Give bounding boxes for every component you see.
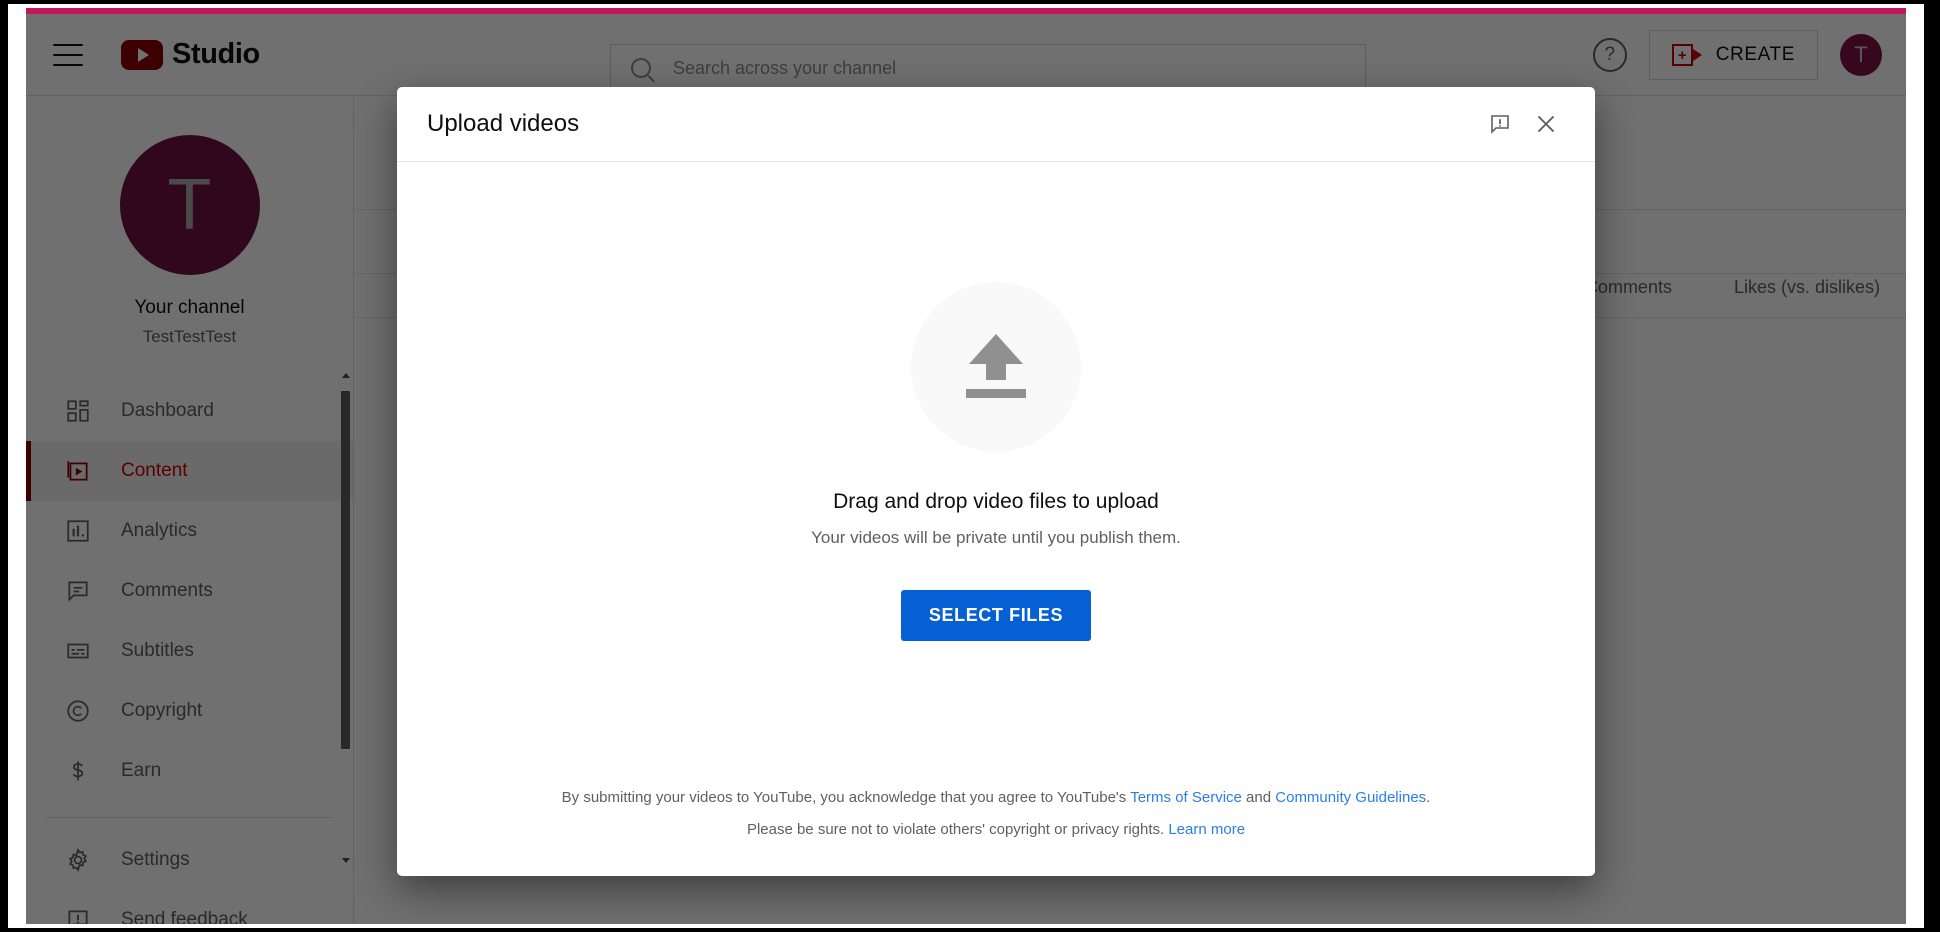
footer-text: By submitting your videos to YouTube, yo… bbox=[562, 789, 1131, 806]
sidebar-item-label: Comments bbox=[121, 580, 213, 602]
sidebar-item-settings[interactable]: Settings bbox=[26, 830, 353, 890]
column-header-likes: Likes (vs. dislikes) bbox=[1734, 277, 1880, 298]
content-video-icon bbox=[65, 458, 91, 484]
feedback-bubble-icon[interactable] bbox=[1477, 101, 1523, 147]
help-icon[interactable]: ? bbox=[1593, 38, 1627, 72]
search-placeholder: Search across your channel bbox=[673, 58, 896, 79]
sidebar-item-label: Send feedback bbox=[121, 909, 248, 924]
column-header-comments: Comments bbox=[1585, 277, 1672, 298]
create-button-label: CREATE bbox=[1716, 44, 1795, 66]
youtube-studio-app: Studio Search across your channel ? + CR… bbox=[26, 14, 1906, 924]
dialog-title: Upload videos bbox=[427, 110, 1477, 138]
sidebar-item-copyright[interactable]: Copyright bbox=[26, 681, 353, 741]
channel-name: TestTestTest bbox=[143, 327, 237, 347]
masthead: Studio Search across your channel ? + CR… bbox=[26, 14, 1906, 96]
scroll-down-arrow-icon[interactable] bbox=[342, 858, 350, 863]
dialog-header: Upload videos bbox=[397, 87, 1595, 162]
sidebar-item-label: Subtitles bbox=[121, 640, 194, 662]
sidebar-item-send-feedback[interactable]: Send feedback bbox=[26, 890, 353, 924]
dialog-body: Drag and drop video files to upload Your… bbox=[397, 162, 1595, 876]
footer-line-2: Please be sure not to violate others' co… bbox=[397, 818, 1595, 842]
channel-title: Your channel bbox=[134, 297, 244, 319]
sidebar-item-subtitles[interactable]: Subtitles bbox=[26, 621, 353, 681]
brand-label: Studio bbox=[172, 38, 260, 71]
feedback-bubble-icon bbox=[65, 907, 91, 924]
create-button[interactable]: + CREATE bbox=[1649, 30, 1818, 80]
sidebar-item-label: Settings bbox=[121, 849, 190, 871]
scrollbar-thumb[interactable] bbox=[341, 391, 350, 749]
sidebar-item-content[interactable]: Content bbox=[26, 441, 353, 501]
screenshot-frame: Studio Search across your channel ? + CR… bbox=[0, 0, 1940, 932]
sidebar-item-label: Analytics bbox=[121, 520, 197, 542]
dashboard-grid-icon bbox=[65, 398, 91, 424]
gear-icon bbox=[65, 847, 91, 873]
dialog-footer: By submitting your videos to YouTube, yo… bbox=[397, 786, 1595, 842]
sidebar-item-comments[interactable]: Comments bbox=[26, 561, 353, 621]
avatar[interactable]: T bbox=[1840, 34, 1882, 76]
channel-avatar[interactable]: T bbox=[120, 135, 260, 275]
select-files-button[interactable]: SELECT FILES bbox=[901, 590, 1091, 641]
footer-text: . bbox=[1426, 789, 1430, 806]
terms-of-service-link[interactable]: Terms of Service bbox=[1130, 789, 1242, 806]
dropzone-subtitle: Your videos will be private until you pu… bbox=[811, 528, 1181, 548]
sidebar-item-label: Dashboard bbox=[121, 400, 214, 422]
analytics-bar-chart-icon bbox=[65, 518, 91, 544]
close-icon[interactable] bbox=[1523, 101, 1569, 147]
search-icon bbox=[631, 58, 651, 78]
search-input[interactable]: Search across your channel bbox=[610, 44, 1366, 92]
copyright-icon bbox=[65, 698, 91, 724]
scroll-up-arrow-icon[interactable] bbox=[342, 373, 350, 378]
footer-line-1: By submitting your videos to YouTube, yo… bbox=[397, 786, 1595, 810]
dropzone-title: Drag and drop video files to upload bbox=[833, 490, 1159, 514]
learn-more-link[interactable]: Learn more bbox=[1168, 821, 1245, 838]
masthead-actions: ? + CREATE T bbox=[1593, 14, 1882, 96]
channel-block: T Your channel TestTestTest bbox=[26, 97, 353, 347]
sidebar-item-earn[interactable]: Earn bbox=[26, 741, 353, 801]
sidebar-scrollbar[interactable] bbox=[339, 369, 352, 867]
upload-arrow-icon bbox=[964, 332, 1028, 402]
sidebar-item-label: Earn bbox=[121, 760, 161, 782]
comment-bubble-icon bbox=[65, 578, 91, 604]
upload-dropzone[interactable]: Drag and drop video files to upload Your… bbox=[811, 282, 1181, 641]
studio-logo[interactable]: Studio bbox=[121, 38, 260, 71]
sidebar-item-analytics[interactable]: Analytics bbox=[26, 501, 353, 561]
subtitles-icon bbox=[65, 638, 91, 664]
sidebar-divider bbox=[46, 817, 333, 818]
footer-text: and bbox=[1242, 789, 1275, 806]
community-guidelines-link[interactable]: Community Guidelines bbox=[1275, 789, 1426, 806]
sidebar-item-label: Content bbox=[121, 460, 188, 482]
upload-icon-circle bbox=[911, 282, 1081, 452]
footer-text: Please be sure not to violate others' co… bbox=[747, 821, 1168, 838]
dollar-sign-icon bbox=[65, 758, 91, 784]
sidebar-item-label: Copyright bbox=[121, 700, 202, 722]
sidebar-nav: Dashboard Content bbox=[26, 381, 353, 924]
youtube-play-icon bbox=[121, 40, 163, 70]
video-camera-plus-icon: + bbox=[1672, 44, 1702, 66]
upload-videos-dialog: Upload videos bbox=[397, 87, 1595, 876]
sidebar-item-dashboard[interactable]: Dashboard bbox=[26, 381, 353, 441]
hamburger-icon[interactable] bbox=[53, 44, 83, 66]
sidebar: T Your channel TestTestTest Dashboard bbox=[26, 97, 354, 924]
